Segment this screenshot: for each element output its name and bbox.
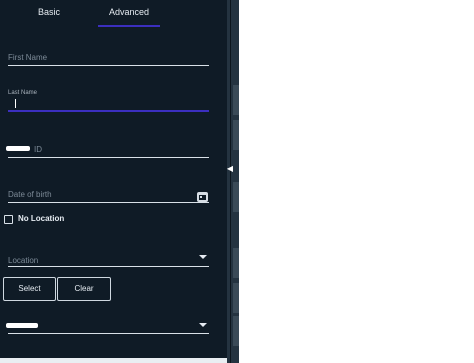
- tab-advanced[interactable]: Advanced: [98, 5, 160, 27]
- first-name-placeholder: First Name: [8, 53, 48, 62]
- track-segment: [233, 120, 239, 150]
- first-name-underline: [8, 65, 209, 66]
- location-placeholder: Location: [8, 256, 39, 265]
- chevron-down-icon[interactable]: [199, 323, 207, 327]
- last-name-label: Last Name: [8, 90, 38, 96]
- id-label: ID: [34, 145, 42, 154]
- last-name-underline: [8, 110, 209, 112]
- id-underline: [8, 157, 209, 158]
- first-name-field[interactable]: First Name: [8, 50, 209, 67]
- location-select[interactable]: Location: [8, 253, 209, 268]
- no-location-label: No Location: [18, 214, 65, 223]
- no-location-checkbox[interactable]: [4, 215, 13, 224]
- location-underline: [8, 266, 209, 267]
- clear-button[interactable]: Clear: [57, 277, 111, 301]
- divider: [230, 0, 231, 363]
- chevron-left-icon[interactable]: ◀: [224, 163, 236, 175]
- track-segment: [233, 248, 239, 278]
- date-of-birth-underline: [8, 202, 209, 203]
- last-name-field[interactable]: Last Name: [8, 88, 209, 114]
- id-field[interactable]: ID: [6, 142, 209, 159]
- track-segment: [233, 85, 239, 115]
- chevron-down-icon[interactable]: [199, 255, 207, 259]
- redacted-label-part: [6, 146, 30, 151]
- bottom-select[interactable]: [6, 318, 209, 335]
- track-segment: [233, 182, 239, 212]
- select-button[interactable]: Select: [3, 277, 56, 301]
- track-segment: [233, 283, 239, 313]
- text-cursor: [15, 99, 16, 108]
- horizontal-scrollbar[interactable]: [0, 358, 227, 363]
- date-of-birth-placeholder: Date of birth: [8, 190, 52, 199]
- active-tab-indicator: [98, 25, 160, 27]
- calendar-icon[interactable]: [197, 192, 208, 202]
- bottom-select-underline: [8, 333, 209, 334]
- tab-basic[interactable]: Basic: [20, 5, 78, 27]
- search-panel: Basic Advanced First Name Last Name ID D…: [0, 0, 227, 363]
- date-of-birth-field[interactable]: Date of birth: [8, 187, 209, 204]
- track-segment: [233, 316, 239, 346]
- redacted-value: [6, 323, 38, 328]
